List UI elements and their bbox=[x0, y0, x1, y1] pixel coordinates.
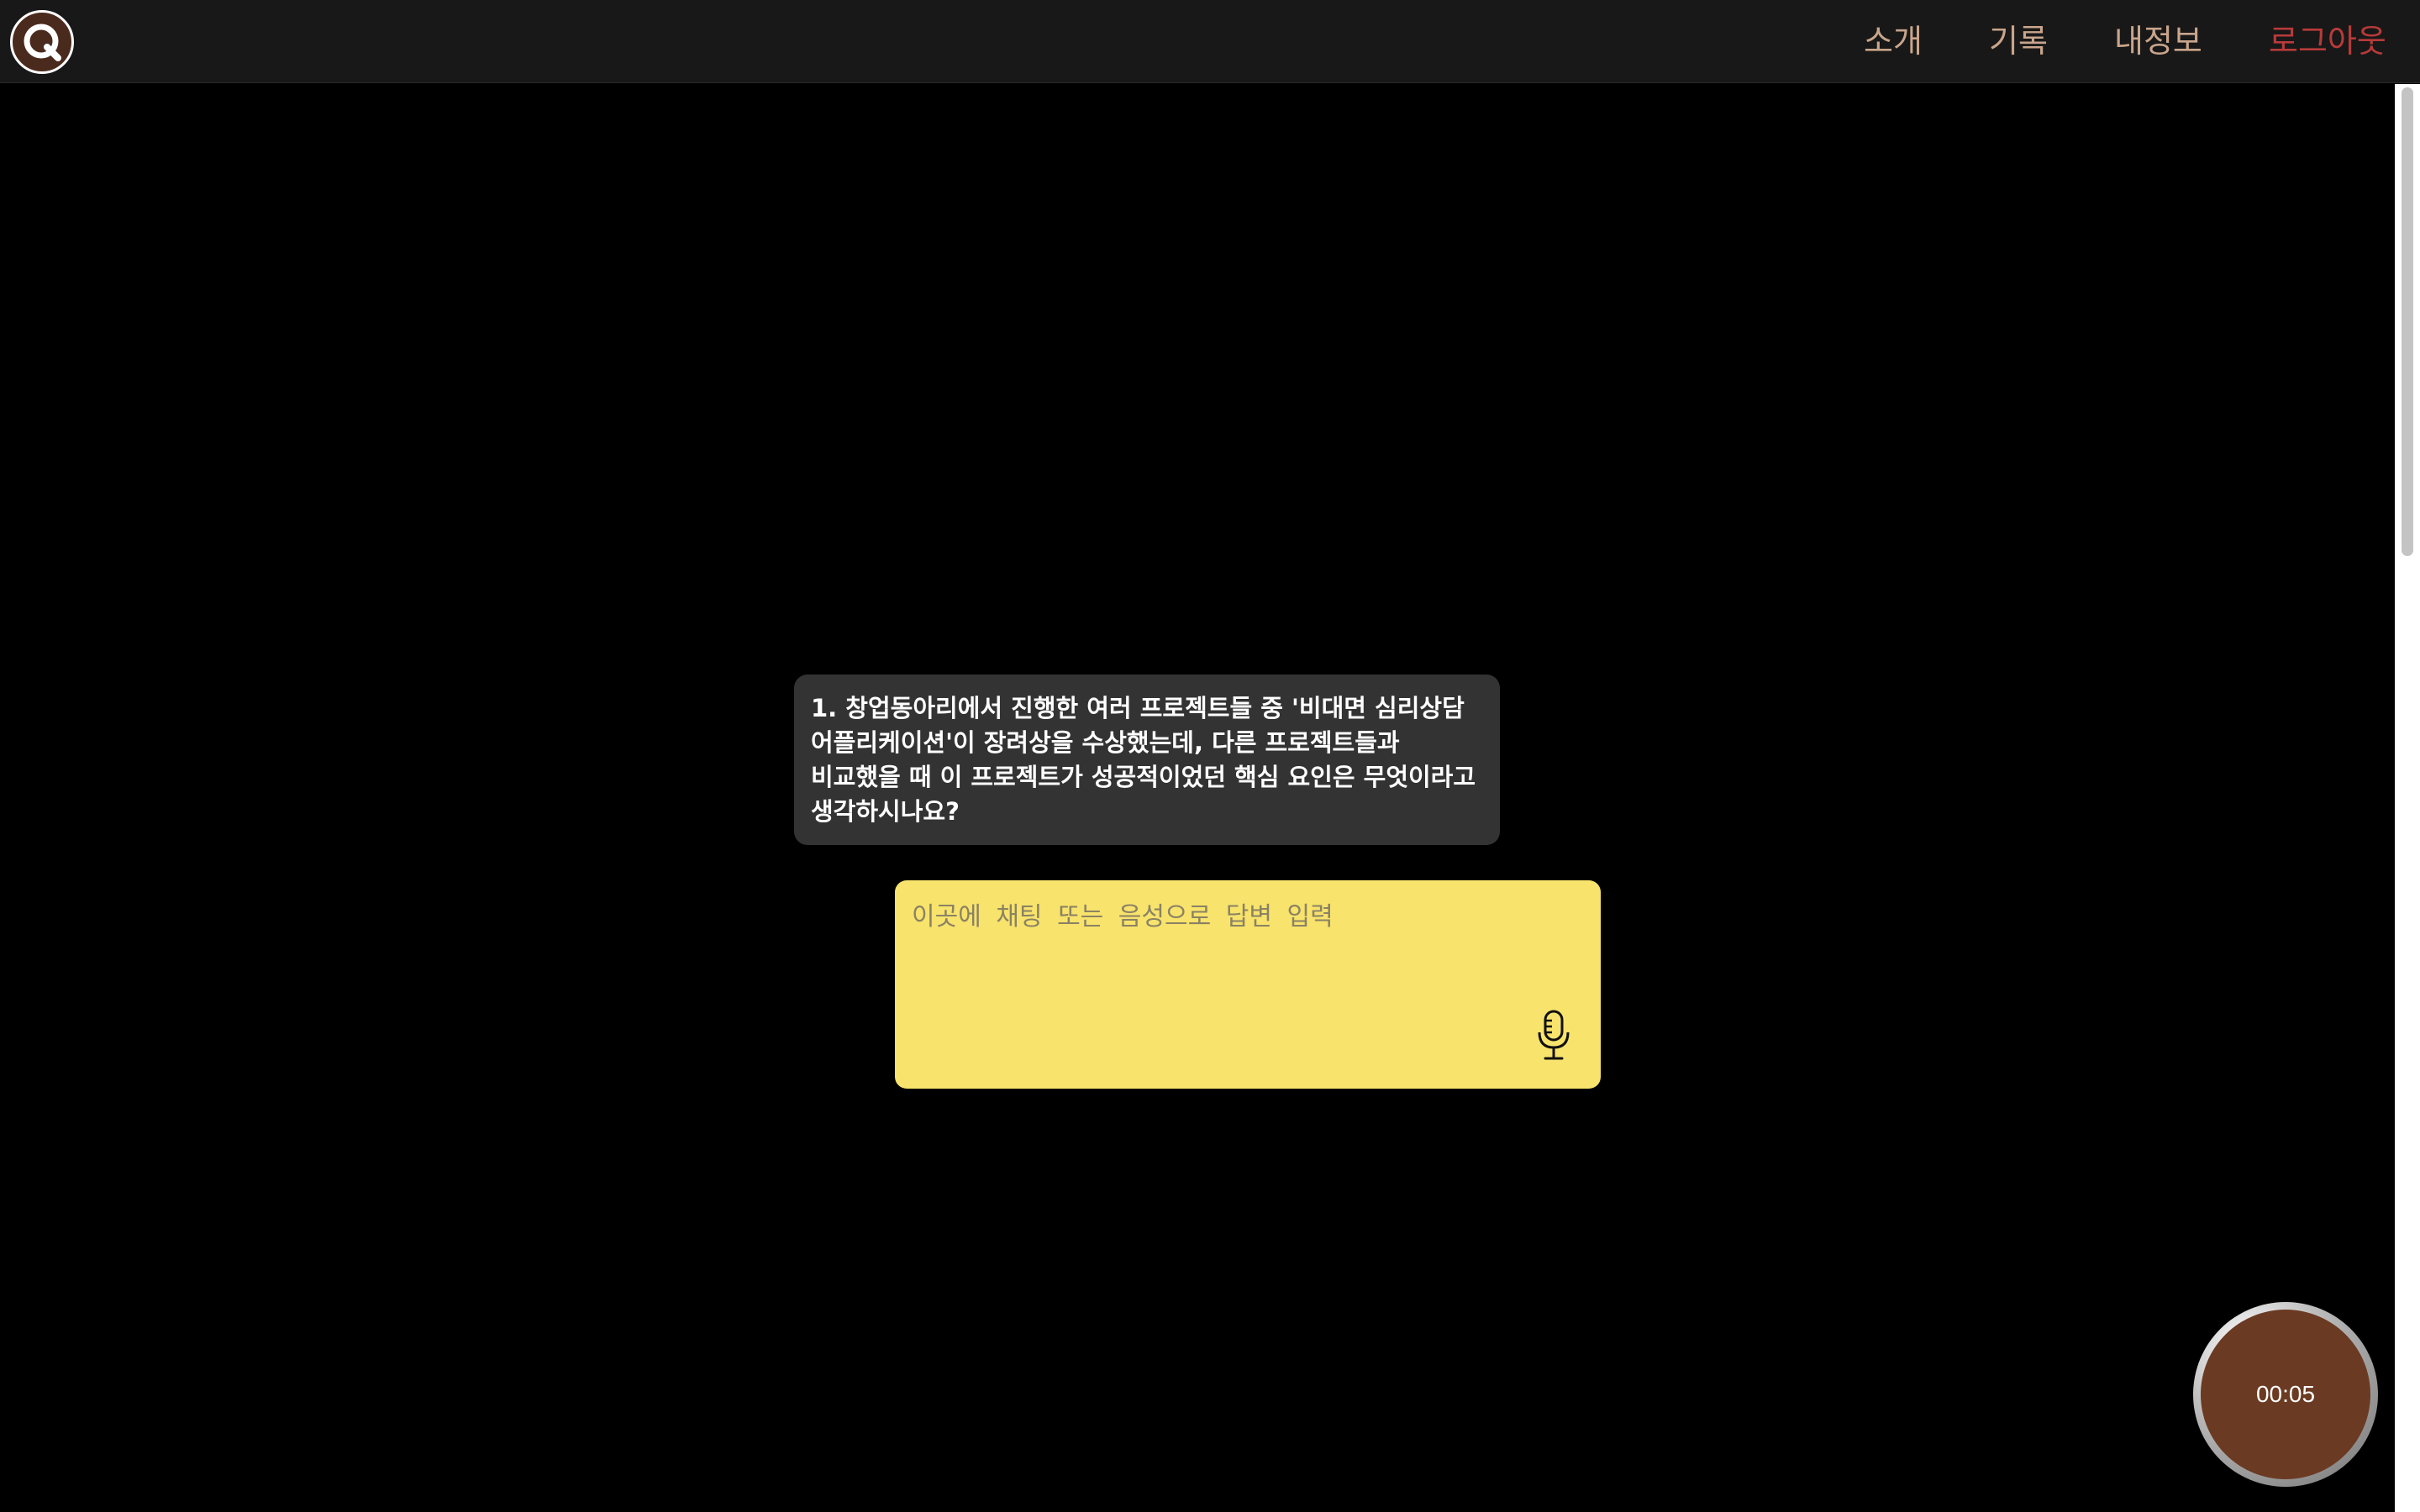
timer-value: 00:05 bbox=[2201, 1310, 2370, 1479]
answer-box bbox=[895, 880, 1601, 1089]
scrollbar[interactable] bbox=[2395, 84, 2420, 1512]
answer-input[interactable] bbox=[895, 880, 1601, 1089]
q-logo-icon[interactable] bbox=[10, 10, 74, 74]
question-bubble: 1. 창업동아리에서 진행한 여러 프로젝트들 중 '비대면 심리상담 어플리케… bbox=[794, 675, 1500, 845]
microphone-glyph bbox=[1538, 1010, 1570, 1060]
q-logo-glyph bbox=[24, 24, 61, 61]
nav-logout-link[interactable]: 로그아웃 bbox=[2269, 18, 2386, 64]
scrollbar-thumb[interactable] bbox=[2402, 87, 2413, 556]
microphone-icon[interactable] bbox=[1528, 1006, 1579, 1065]
timer: 00:05 bbox=[2193, 1302, 2378, 1487]
nav-my-info-link[interactable]: 내정보 bbox=[2114, 18, 2202, 64]
top-navbar: 소개 기록 내정보 로그아웃 bbox=[0, 0, 2420, 83]
nav-intro-link[interactable]: 소개 bbox=[1864, 18, 1923, 64]
nav-history-link[interactable]: 기록 bbox=[1989, 18, 2048, 64]
